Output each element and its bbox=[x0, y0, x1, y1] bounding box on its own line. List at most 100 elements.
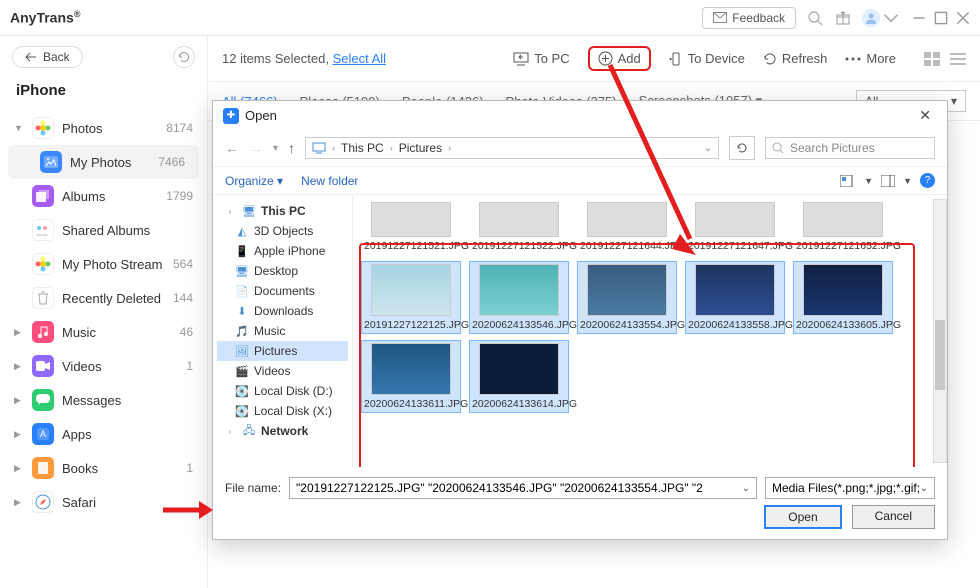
to-pc-button[interactable]: To PC bbox=[513, 51, 569, 66]
file-item[interactable]: 20200624133546.JPG bbox=[469, 261, 569, 334]
dlg-tree-disk-x[interactable]: 💽Local Disk (X:) bbox=[217, 401, 348, 421]
sidebar-item-label: Shared Albums bbox=[62, 223, 150, 238]
dlg-tree-this-pc[interactable]: ›🖥This PC bbox=[217, 201, 348, 221]
view-mode-dropdown[interactable]: ▼ bbox=[864, 176, 873, 186]
help-button[interactable]: ? bbox=[920, 173, 935, 188]
filename-label: File name: bbox=[225, 481, 281, 495]
file-item[interactable]: 20200624133614.JPG bbox=[469, 340, 569, 413]
dlg-tree-desktop[interactable]: 🖥Desktop bbox=[217, 261, 348, 281]
filetype-dropdown[interactable]: Media Files(*.png;*.jpg;*.gif;*.jp⌄ bbox=[765, 477, 935, 499]
more-button[interactable]: More bbox=[845, 51, 896, 66]
dlg-tree-videos-f[interactable]: 🎬Videos bbox=[217, 361, 348, 381]
nav-forward-button[interactable]: → bbox=[249, 140, 263, 156]
minimize-button[interactable] bbox=[912, 11, 926, 25]
sidebar-item-music[interactable]: ▶Music46 bbox=[0, 315, 207, 349]
dlg-tree-pictures[interactable]: 🖼Pictures bbox=[217, 341, 348, 361]
sidebar-item-books[interactable]: ▶Books1 bbox=[0, 451, 207, 485]
dlg-tree-downloads[interactable]: ⬇Downloads bbox=[217, 301, 348, 321]
sidebar-item-apps[interactable]: ▶AApps bbox=[0, 417, 207, 451]
scrollbar[interactable] bbox=[933, 199, 947, 463]
chevron-down-icon: ⌄ bbox=[704, 143, 712, 154]
chevron-icon: ▶ bbox=[14, 497, 24, 508]
sidebar-item-albums[interactable]: Albums1799 bbox=[0, 179, 207, 213]
organize-dropdown[interactable]: Organize ▾ bbox=[225, 174, 283, 188]
maximize-button[interactable] bbox=[934, 11, 948, 25]
back-button[interactable]: Back bbox=[12, 46, 83, 68]
cancel-button[interactable]: Cancel bbox=[852, 505, 935, 529]
view-mode-button[interactable] bbox=[840, 175, 856, 187]
dlg-tree-documents[interactable]: 📄Documents bbox=[217, 281, 348, 301]
dialog-close-button[interactable]: ✕ bbox=[913, 105, 937, 126]
dlg-tree-disk-d[interactable]: 💽Local Disk (D:) bbox=[217, 381, 348, 401]
thumbnail bbox=[695, 202, 775, 237]
apps-icon: A bbox=[32, 423, 54, 445]
nav-recent-button[interactable]: ▾ bbox=[273, 143, 278, 154]
new-folder-button[interactable]: New folder bbox=[301, 174, 358, 188]
filename: 20191227121522.JPG bbox=[472, 240, 566, 252]
search-icon[interactable] bbox=[806, 9, 824, 27]
file-item[interactable]: 20191227121644.JPG bbox=[577, 199, 677, 255]
select-all-link[interactable]: Select All bbox=[333, 51, 386, 66]
file-item[interactable]: 20200624133554.JPG bbox=[577, 261, 677, 334]
sidebar-item-videos[interactable]: ▶Videos1 bbox=[0, 349, 207, 383]
filename-input[interactable]: "20191227122125.JPG" "20200624133546.JPG… bbox=[289, 477, 757, 499]
search-input[interactable]: Search Pictures bbox=[765, 137, 935, 159]
feedback-button[interactable]: Feedback bbox=[702, 7, 796, 29]
thumbnail bbox=[479, 202, 559, 237]
device-name: iPhone bbox=[0, 78, 207, 111]
chevron-down-icon: ▾ bbox=[951, 94, 957, 108]
sidebar-item-recently-deleted[interactable]: Recently Deleted144 bbox=[0, 281, 207, 315]
file-item[interactable]: 20200624133558.JPG bbox=[685, 261, 785, 334]
open-button[interactable]: Open bbox=[764, 505, 841, 529]
dlg-tree-iphone-dev[interactable]: 📱Apple iPhone bbox=[217, 241, 348, 261]
path-breadcrumb[interactable]: › This PC› Pictures› ⌄ bbox=[305, 137, 719, 159]
refresh-button[interactable]: Refresh bbox=[763, 51, 828, 66]
close-button[interactable] bbox=[956, 11, 970, 25]
chevron-icon: ▶ bbox=[14, 429, 24, 440]
dlg-tree-network[interactable]: ›🖧Network bbox=[217, 421, 348, 441]
chevron-icon: ▼ bbox=[14, 123, 24, 133]
file-item[interactable]: 20200624133611.JPG bbox=[361, 340, 461, 413]
file-item[interactable]: 20191227121521.JPG bbox=[361, 199, 461, 255]
sidebar-item-photos[interactable]: ▼Photos8174 bbox=[0, 111, 207, 145]
mail-icon bbox=[713, 12, 727, 23]
file-item[interactable]: 20200624133605.JPG bbox=[793, 261, 893, 334]
file-item[interactable]: 20191227121652.JPG bbox=[793, 199, 893, 255]
selection-count: 12 items Selected, Select All bbox=[222, 51, 386, 66]
pc-icon bbox=[312, 142, 326, 154]
chevron-down-icon[interactable] bbox=[882, 9, 900, 27]
vid-icon: 🎬 bbox=[235, 364, 249, 378]
chevron-icon: ▶ bbox=[14, 361, 24, 372]
sidebar-item-my-photos[interactable]: My Photos7466 bbox=[8, 145, 199, 179]
sidebar-refresh-button[interactable] bbox=[173, 46, 195, 68]
scrollbar-thumb[interactable] bbox=[935, 320, 945, 390]
file-item[interactable]: 20191227121522.JPG bbox=[469, 199, 569, 255]
file-item[interactable]: 20191227122125.JPG bbox=[361, 261, 461, 334]
filename: 20191227121652.JPG bbox=[796, 240, 890, 252]
path-refresh-button[interactable] bbox=[729, 136, 755, 160]
preview-pane-dropdown[interactable]: ▼ bbox=[903, 176, 912, 186]
sidebar-item-count: 8174 bbox=[166, 121, 193, 135]
sidebar-item-shared-albums[interactable]: Shared Albums bbox=[0, 213, 207, 247]
filename: 20200624133546.JPG bbox=[472, 319, 566, 331]
video-icon bbox=[32, 355, 54, 377]
nav-up-button[interactable]: ↑ bbox=[288, 140, 295, 156]
user-avatar[interactable] bbox=[862, 9, 880, 27]
preview-pane-button[interactable] bbox=[881, 175, 895, 187]
sidebar-item-label: Messages bbox=[62, 393, 121, 408]
gift-icon[interactable] bbox=[834, 9, 852, 27]
annotation-arrow bbox=[161, 499, 213, 521]
search-icon bbox=[772, 142, 784, 154]
to-device-button[interactable]: To Device bbox=[669, 51, 745, 66]
list-view-button[interactable] bbox=[950, 52, 966, 66]
nav-back-button[interactable]: ← bbox=[225, 140, 239, 156]
sidebar-item-count: 564 bbox=[173, 257, 193, 271]
add-button[interactable]: Add bbox=[588, 46, 651, 71]
file-item[interactable]: 20191227121647.JPG bbox=[685, 199, 785, 255]
sidebar-item-photo-stream[interactable]: My Photo Stream564 bbox=[0, 247, 207, 281]
grid-view-button[interactable] bbox=[924, 52, 940, 66]
thumbnail bbox=[803, 202, 883, 237]
sidebar-item-messages[interactable]: ▶Messages bbox=[0, 383, 207, 417]
dlg-tree-3d[interactable]: ◭3D Objects bbox=[217, 221, 348, 241]
dlg-tree-music-f[interactable]: 🎵Music bbox=[217, 321, 348, 341]
